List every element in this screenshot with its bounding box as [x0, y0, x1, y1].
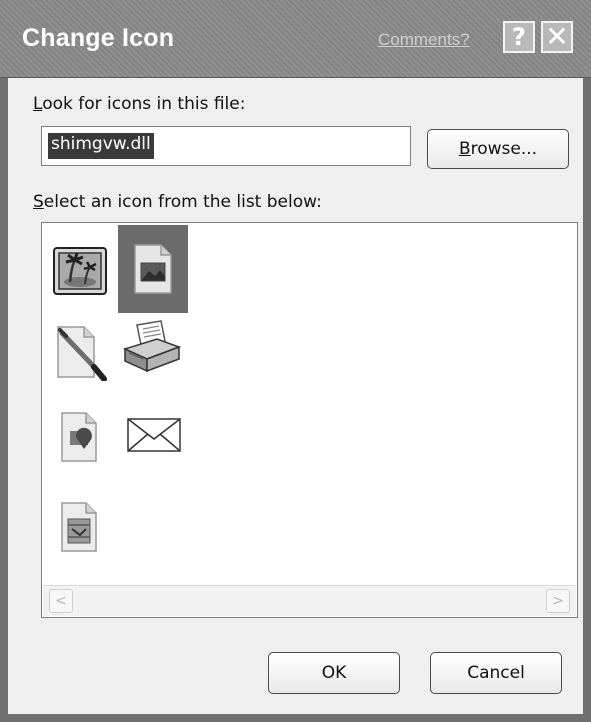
printer-icon[interactable] [120, 315, 184, 379]
image-document-icon[interactable] [118, 225, 188, 313]
change-icon-dialog: Change Icon Comments? ? ✕ Look for icons… [0, 0, 591, 722]
browse-label-rest: rowse... [470, 139, 538, 159]
icon-list-label-rest: elect an icon from the list below: [43, 192, 322, 212]
icon-list-label: Select an icon from the list below: [33, 192, 322, 212]
cancel-button[interactable]: Cancel [430, 652, 562, 694]
icon-list-label-hotkey: S [33, 192, 44, 212]
icon-list[interactable]: < > [41, 222, 578, 618]
icon-file-value: shimgvw.dll [48, 133, 154, 159]
film-document-icon[interactable] [48, 495, 112, 559]
file-label: Look for icons in this file: [33, 94, 245, 114]
close-button[interactable]: ✕ [541, 21, 573, 53]
browse-button[interactable]: Browse... [427, 129, 569, 169]
title-bar: Change Icon Comments? ? ✕ [0, 0, 591, 78]
dialog-title: Change Icon [22, 24, 175, 52]
slideshow-document-icon[interactable] [48, 405, 112, 469]
horizontal-scrollbar[interactable]: < > [43, 585, 576, 616]
file-label-hotkey: L [33, 94, 43, 114]
scroll-right-icon[interactable]: > [546, 589, 570, 613]
ok-button[interactable]: OK [268, 652, 400, 694]
browse-hotkey: B [458, 139, 471, 159]
icon-file-input[interactable]: shimgvw.dll [41, 126, 411, 166]
scroll-left-icon[interactable]: < [49, 589, 73, 613]
envelope-icon[interactable] [122, 403, 186, 467]
file-label-rest: ook for icons in this file: [42, 94, 246, 114]
paintbrush-document-icon[interactable] [48, 319, 112, 383]
help-button[interactable]: ? [503, 21, 535, 53]
picture-frame-icon[interactable] [48, 239, 112, 303]
comments-link[interactable]: Comments? [378, 30, 470, 50]
